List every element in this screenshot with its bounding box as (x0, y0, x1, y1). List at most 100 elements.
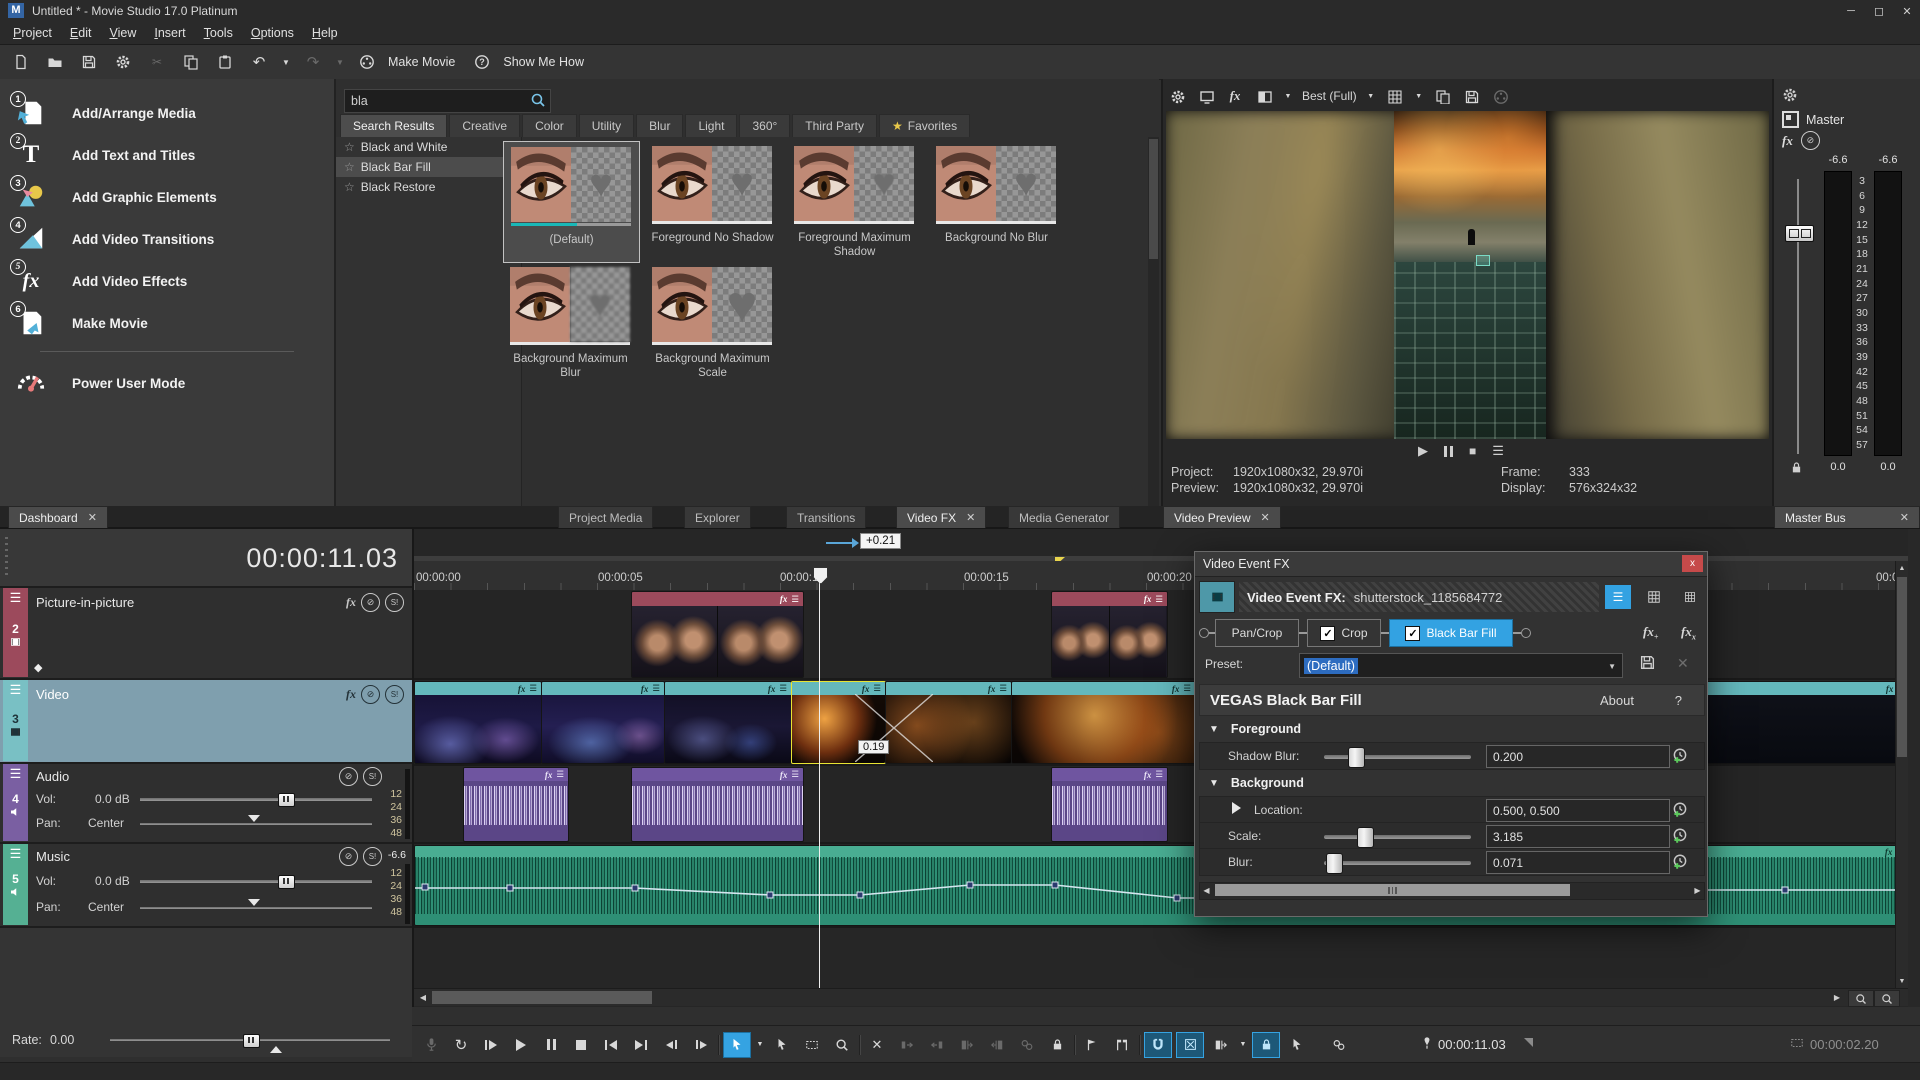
master-fx-button[interactable]: fx (1782, 133, 1793, 149)
close-tab-icon[interactable]: ✕ (1900, 511, 1909, 524)
preview-360-button[interactable] (1491, 84, 1511, 108)
menu-project[interactable]: Project (4, 23, 61, 43)
next-frame-button[interactable] (688, 1033, 714, 1057)
selection-edit-tool-button[interactable] (799, 1033, 825, 1057)
fx-search-input[interactable] (349, 91, 523, 111)
open-project-button[interactable] (42, 50, 68, 74)
event-menu-icon[interactable]: ☰ (791, 594, 799, 605)
background-section-header[interactable]: ▼ Background (1199, 772, 1703, 794)
dialog-close-button[interactable]: x (1682, 555, 1703, 572)
pan-center-marker[interactable] (248, 899, 260, 906)
preset-card[interactable]: ♥ Background Maximum Scale (645, 267, 780, 382)
make-movie-button[interactable]: Make Movie (388, 55, 455, 69)
menu-help[interactable]: Help (303, 23, 347, 43)
undo-button[interactable]: ↶ (246, 50, 272, 74)
tab-favorites[interactable]: ★Favorites (879, 114, 970, 137)
loop-playback-button[interactable]: ↻ (448, 1033, 474, 1057)
save-preset-button[interactable] (1639, 654, 1656, 671)
zoom-edit-tool-button[interactable] (829, 1033, 855, 1057)
blur-value[interactable]: 0.071 (1486, 851, 1670, 874)
preset-selected-card[interactable]: ♥ (Default) (503, 141, 640, 263)
chain-pan-crop-button[interactable]: Pan/Crop (1215, 619, 1299, 647)
track-menu-icon[interactable]: ☰ (3, 764, 28, 784)
favorite-star-icon[interactable]: ☆ (344, 180, 355, 194)
event-menu-icon[interactable]: ☰ (652, 683, 660, 694)
save-snapshot-button[interactable] (1462, 84, 1482, 108)
redo-button[interactable]: ↷ (300, 50, 326, 74)
about-link[interactable]: About (1600, 693, 1634, 708)
tab-color[interactable]: Color (522, 114, 577, 137)
scrollbar-thumb[interactable] (1897, 577, 1907, 757)
master-meter-bar-left[interactable] (1824, 171, 1852, 456)
maximize-button[interactable]: ◻ (1866, 0, 1892, 22)
volume-slider[interactable] (140, 798, 372, 801)
foreground-section-header[interactable]: ▼ Foreground (1199, 718, 1703, 740)
lock-envelopes-button[interactable] (1252, 1032, 1280, 1058)
favorite-star-icon[interactable]: ☆ (344, 140, 355, 154)
preset-card[interactable]: ♥ Background Maximum Blur (503, 267, 638, 382)
video-output-fx-button[interactable]: fx (1225, 84, 1245, 108)
menu-view[interactable]: View (100, 23, 145, 43)
plugin-black-bar-fill[interactable]: ☆Black Bar Fill (336, 157, 521, 177)
tab-dashboard[interactable]: Dashboard✕ (8, 506, 108, 528)
slide-trim-button[interactable] (984, 1033, 1010, 1057)
dashboard-item-add-graphics[interactable]: 3 Add Graphic Elements (16, 177, 316, 217)
event-fx-icon[interactable]: fx (1172, 684, 1180, 694)
properties-gear-button[interactable] (110, 50, 136, 74)
timeline-vscrollbar[interactable]: ▲ ▼ (1895, 561, 1908, 988)
blur-slider[interactable] (1324, 861, 1471, 865)
slider-handle[interactable] (1326, 853, 1343, 874)
layout-list-button[interactable]: ☰ (1605, 585, 1631, 609)
animate-keyframe-button[interactable] (1670, 826, 1690, 846)
go-to-end-button[interactable] (628, 1033, 654, 1057)
ignore-event-grouping-button[interactable] (1284, 1033, 1310, 1057)
dialog-title-bar[interactable]: Video Event FX x (1195, 552, 1707, 577)
new-project-button[interactable] (8, 50, 34, 74)
stop-button[interactable] (568, 1033, 594, 1057)
event-menu-icon[interactable]: ☰ (1155, 594, 1163, 605)
event-fx-icon[interactable]: fx (1885, 847, 1893, 857)
track-menu-icon[interactable]: ☰ (3, 588, 28, 608)
track-header-audio[interactable]: ☰ 4 Audio ⊘ S! Vol: 0.0 dB Pan: Center (0, 764, 412, 844)
event-fx-icon[interactable]: fx (1144, 770, 1152, 780)
preset-dropdown[interactable]: (Default) ▼ (1299, 653, 1623, 678)
show-me-how-button[interactable]: Show Me How (503, 55, 584, 69)
plugin-black-and-white[interactable]: ☆Black and White (336, 137, 521, 157)
master-meter-bar-right[interactable] (1874, 171, 1902, 456)
shadow-blur-value[interactable]: 0.200 (1486, 745, 1670, 768)
rate-slider[interactable] (110, 1039, 390, 1041)
preset-card[interactable]: ♥ Background No Blur (929, 146, 1064, 261)
preview-quality-dropdown[interactable]: Best (Full) (1302, 89, 1357, 103)
event-menu-icon[interactable]: ☰ (999, 683, 1007, 694)
position-expander-icon[interactable] (1524, 1038, 1533, 1047)
preset-dropdown-caret[interactable]: ▼ (1608, 662, 1616, 671)
keyframe-diamond-icon[interactable]: ◆ (34, 661, 42, 674)
audio-event[interactable]: fx☰ (1051, 767, 1168, 842)
close-button[interactable]: ✕ (1894, 0, 1920, 22)
track-mute-button[interactable]: ⊘ (361, 685, 380, 704)
previous-frame-button[interactable] (658, 1033, 684, 1057)
tab-master-bus[interactable]: Master Bus✕ (1774, 506, 1920, 528)
scrollbar-thumb[interactable] (432, 991, 652, 1004)
master-lock-icon[interactable] (1790, 461, 1803, 474)
tab-third-party[interactable]: Third Party (792, 114, 877, 137)
playhead-line[interactable] (819, 570, 820, 988)
redo-dropdown[interactable]: ▼ (334, 50, 346, 74)
auto-ripple-button[interactable] (1208, 1033, 1234, 1057)
insert-marker-button[interactable] (1079, 1033, 1105, 1057)
preset-card[interactable]: ♥ Foreground No Shadow (645, 146, 780, 261)
slider-handle[interactable] (1357, 827, 1374, 848)
animate-keyframe-button[interactable] (1670, 800, 1690, 820)
trim-start-button[interactable] (894, 1033, 920, 1057)
tab-360[interactable]: 360° (739, 114, 790, 137)
scroll-right-icon[interactable]: ▶ (1691, 883, 1704, 897)
menu-insert[interactable]: Insert (145, 23, 194, 43)
pan-center-marker[interactable] (248, 815, 260, 822)
location-value[interactable]: 0.500, 0.500 (1486, 799, 1670, 822)
lock-event-button[interactable] (1044, 1033, 1070, 1057)
video-event[interactable]: fx☰ (1011, 681, 1196, 764)
tab-blur[interactable]: Blur (636, 114, 683, 137)
track-header-music[interactable]: ☰ 5 Music ⊘ S! Vol: 0.0 dB Pan: Center (0, 844, 412, 928)
play-button[interactable] (508, 1033, 534, 1057)
dashboard-item-add-media[interactable]: 1 Add/Arrange Media (16, 93, 316, 133)
